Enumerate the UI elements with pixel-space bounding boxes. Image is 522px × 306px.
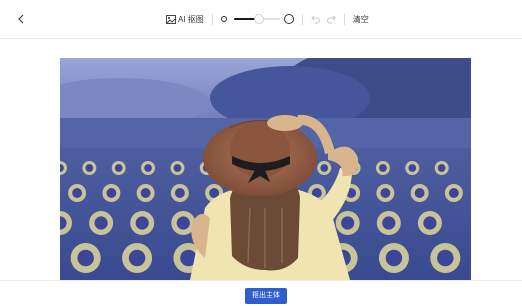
clear-button[interactable]: 清空 <box>353 14 369 25</box>
extract-subject-button[interactable]: 抠出主体 <box>245 288 287 304</box>
redo-button[interactable] <box>326 14 336 24</box>
small-brush-icon <box>220 16 227 22</box>
sunflower-core <box>85 164 94 172</box>
ai-cutout-label: AI 抠图 <box>178 14 204 24</box>
sunflower-core <box>94 216 108 230</box>
history-controls <box>311 14 336 24</box>
divider <box>343 13 345 25</box>
sunflower-core <box>385 249 403 267</box>
large-brush-icon <box>283 14 294 24</box>
sunflower-core <box>382 216 396 230</box>
tool-group: AI 抠图 清空 <box>166 10 369 28</box>
divider <box>301 13 303 25</box>
sunflower-core <box>140 188 151 198</box>
sunflower-core <box>77 249 94 267</box>
sunflower-core <box>380 188 391 198</box>
chevron-left-icon <box>17 14 23 24</box>
sunflower-core <box>106 188 117 198</box>
divider <box>211 13 213 25</box>
sunflower-core <box>173 164 182 172</box>
undo-button[interactable] <box>311 14 321 24</box>
image-icon <box>166 14 176 24</box>
photo-canvas[interactable] <box>60 58 471 280</box>
photo-woman-in-hat <box>60 58 471 280</box>
sunflower-core <box>128 249 146 267</box>
sunflower-core <box>379 164 387 172</box>
sunflower-core <box>437 164 446 172</box>
sunflower-core <box>448 188 459 198</box>
sunflower-core <box>408 164 417 172</box>
sunflower-core <box>320 164 329 172</box>
sunflower-core <box>174 188 185 198</box>
sunflower-core <box>414 188 425 198</box>
sunflower-core <box>176 216 190 230</box>
brush-size-slider[interactable] <box>233 13 280 25</box>
ai-cutout-button[interactable]: AI 抠图 <box>166 14 204 25</box>
undo-icon <box>311 15 320 24</box>
sunflower-core <box>423 216 437 230</box>
sunflower-core <box>72 188 83 198</box>
sunflower-core <box>144 164 152 172</box>
redo-icon <box>326 15 336 24</box>
sunflower-core <box>114 164 123 172</box>
sunflower-core <box>135 216 149 230</box>
back-button[interactable] <box>14 12 28 26</box>
sunflower-core <box>341 216 355 230</box>
slider-thumb[interactable] <box>254 14 265 24</box>
editor-toolbar: AI 抠图 清空 <box>0 0 522 39</box>
sunflower-core <box>437 249 454 267</box>
